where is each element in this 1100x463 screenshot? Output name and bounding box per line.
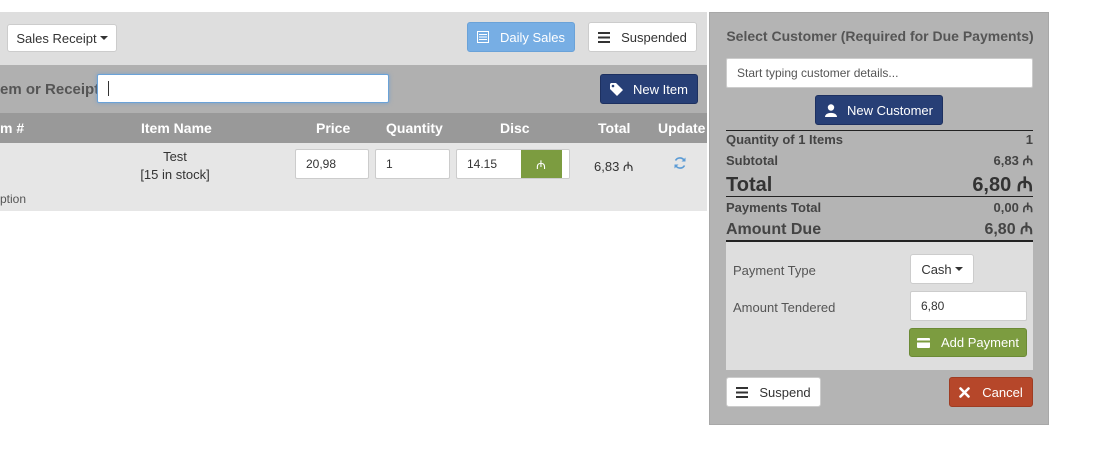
- payments-total-label: Payments Total: [726, 200, 822, 215]
- subtotal-label: Subtotal: [726, 153, 778, 168]
- list-icon: [736, 386, 749, 398]
- daily-sales-label: Daily Sales: [499, 29, 566, 45]
- close-icon: [959, 386, 971, 398]
- sales-mode-label: Sales Receipt: [16, 30, 97, 46]
- payments-total-value: 0,00 ₼: [993, 200, 1033, 215]
- amount-due-value: 6,80 ₼: [984, 221, 1033, 238]
- new-customer-button[interactable]: New Customer: [815, 95, 943, 125]
- new-item-button[interactable]: New Item: [600, 74, 698, 104]
- discount-input-group: 14.15 ₼: [456, 149, 570, 179]
- total-label: Total: [726, 174, 773, 196]
- payment-type-value: Cash: [921, 261, 952, 277]
- item-description: ption: [0, 192, 27, 206]
- calendar-icon: [476, 31, 489, 43]
- new-customer-label: New Customer: [847, 102, 933, 118]
- subtotal-value: 6,83 ₼: [993, 153, 1033, 168]
- customer-section-title: Select Customer (Required for Due Paymen…: [726, 28, 1034, 44]
- search-label: em or Receipt: [0, 81, 100, 98]
- quantity-value: 1: [1025, 132, 1033, 147]
- sales-register-panel: Sales Receipt Daily Sales Suspended em o…: [0, 12, 707, 211]
- new-item-label: New Item: [633, 81, 688, 97]
- credit-card-icon: [916, 337, 930, 348]
- customer-search-input[interactable]: Start typing customer details...: [726, 58, 1033, 88]
- suspend-label: Suspend: [759, 384, 811, 400]
- table-row: Test [15 in stock] 20,98 1 14.15 ₼ 6,83 …: [0, 143, 707, 211]
- amount-due-row: Amount Due 6,80 ₼: [726, 217, 1033, 239]
- header-quantity: Quantity: [386, 120, 443, 136]
- total-row: Total 6,80 ₼: [726, 170, 1033, 197]
- amount-tendered-input[interactable]: 6,80: [910, 291, 1027, 321]
- tag-icon: [610, 82, 624, 96]
- header-discount: Disc: [500, 120, 530, 136]
- payments-total-row: Payments Total 0,00 ₼: [726, 198, 1033, 216]
- amount-tendered-label: Amount Tendered: [733, 300, 836, 315]
- subtotal-row: Subtotal 6,83 ₼: [726, 151, 1033, 169]
- caret-down-icon: [954, 267, 963, 271]
- payment-type-label: Payment Type: [733, 263, 816, 278]
- add-payment-label: Add Payment: [940, 335, 1020, 350]
- text-cursor: [108, 81, 109, 96]
- cancel-label: Cancel: [982, 384, 1023, 400]
- item-stock: [15 in stock]: [140, 167, 210, 182]
- toggle-knob: [561, 150, 569, 178]
- price-input[interactable]: 20,98: [295, 149, 369, 179]
- item-search-input[interactable]: [97, 74, 389, 103]
- daily-sales-button[interactable]: Daily Sales: [467, 22, 575, 52]
- divider: [726, 130, 1033, 131]
- suspended-button[interactable]: Suspended: [588, 22, 697, 52]
- sales-mode-dropdown[interactable]: Sales Receipt: [7, 24, 117, 52]
- quantity-row: Quantity of 1 Items 1: [726, 132, 1033, 147]
- item-name: Test: [163, 149, 187, 164]
- add-payment-button[interactable]: Add Payment: [909, 328, 1027, 357]
- cancel-button[interactable]: Cancel: [949, 377, 1033, 407]
- header-price: Price: [316, 120, 351, 136]
- user-icon: [825, 103, 838, 117]
- list-icon: [598, 31, 611, 43]
- discount-input[interactable]: 14.15: [457, 157, 521, 171]
- total-value: 6,80 ₼: [972, 174, 1033, 196]
- line-total: 6,83 ₼: [594, 159, 634, 174]
- amount-due-label: Amount Due: [726, 221, 822, 238]
- quantity-input[interactable]: 1: [375, 149, 450, 179]
- header-update: Update: [658, 120, 706, 136]
- register-toolbar: Sales Receipt Daily Sales Suspended: [0, 12, 707, 65]
- discount-currency-toggle[interactable]: ₼: [521, 150, 561, 178]
- refresh-icon[interactable]: [673, 156, 687, 170]
- item-name-cell: Test [15 in stock]: [95, 148, 255, 184]
- item-search-bar: em or Receipt New Item: [0, 65, 707, 113]
- header-total: Total: [598, 120, 631, 136]
- divider: [726, 196, 1033, 197]
- checkout-panel: Select Customer (Required for Due Paymen…: [709, 12, 1049, 425]
- header-item-name: Item Name: [141, 120, 212, 136]
- quantity-label: Quantity of 1 Items: [726, 132, 844, 147]
- suspend-button[interactable]: Suspend: [726, 377, 821, 407]
- caret-down-icon: [99, 36, 108, 40]
- payment-section: Payment Type Cash Amount Tendered 6,80 A…: [726, 242, 1033, 370]
- payment-type-dropdown[interactable]: Cash: [910, 254, 974, 284]
- cart-table-header: m # Item Name Price Quantity Disc Total …: [0, 113, 707, 143]
- suspended-label: Suspended: [621, 29, 687, 45]
- header-item-number: m #: [0, 120, 25, 136]
